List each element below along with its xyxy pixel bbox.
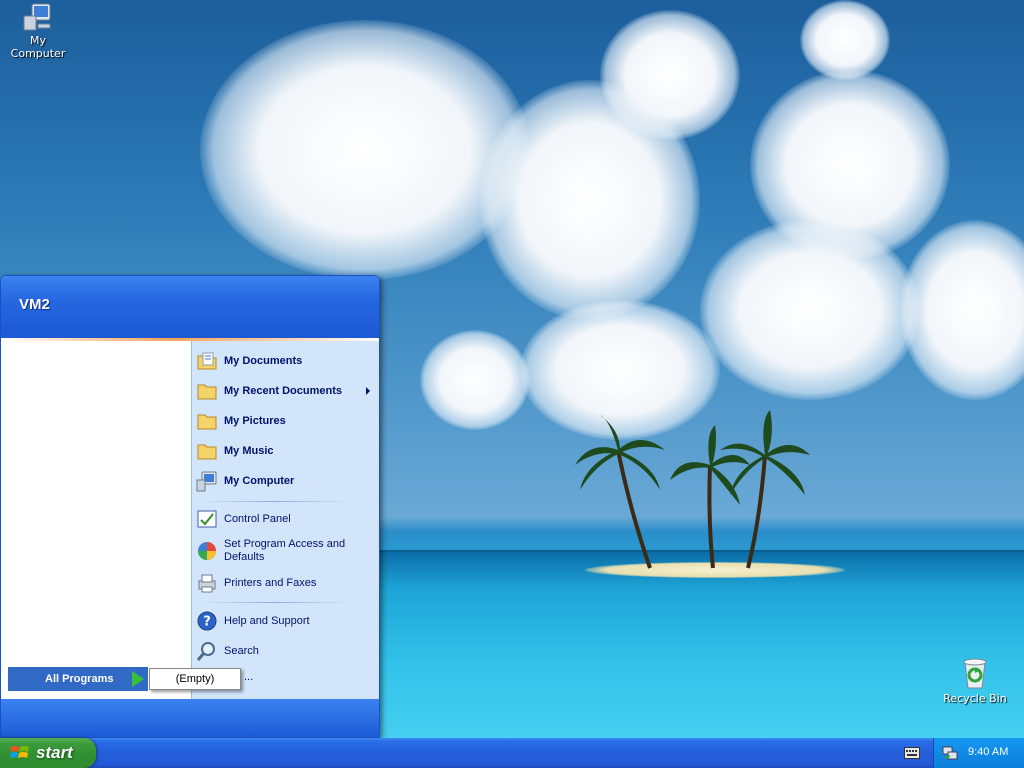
menu-item-control-panel[interactable]: Control Panel xyxy=(196,505,376,533)
menu-item-label: My Pictures xyxy=(224,415,286,427)
menu-item-label: Set Program Access and Defaults xyxy=(224,538,346,563)
desktop-icon-recycle-bin[interactable]: Recycle Bin xyxy=(941,656,1009,705)
run-item-partial[interactable]: ... xyxy=(244,671,253,683)
recycle-bin-icon xyxy=(963,658,987,689)
wallpaper-cloud xyxy=(800,0,890,80)
folder-icon xyxy=(197,414,217,430)
menu-item-my-computer[interactable]: My Computer xyxy=(196,467,376,495)
menu-item-my-pictures[interactable]: My Pictures xyxy=(196,407,376,435)
program-access-icon xyxy=(198,542,216,560)
printer-icon xyxy=(198,574,216,593)
wallpaper-cloud xyxy=(600,10,740,140)
menu-item-label: My Documents xyxy=(224,355,303,367)
menu-item-set-program-access[interactable]: Set Program Access and Defaults xyxy=(196,533,376,569)
menu-item-label: Search xyxy=(224,645,259,657)
computer-icon xyxy=(23,3,51,31)
start-menu-header: VM2 xyxy=(1,276,379,338)
menu-item-my-recent-documents[interactable]: My Recent Documents xyxy=(196,377,376,405)
wallpaper-cloud xyxy=(200,20,530,280)
control-panel-icon xyxy=(197,510,217,528)
start-button-label: start xyxy=(36,743,73,762)
menu-item-label: My Computer xyxy=(224,475,295,487)
windows-logo-icon xyxy=(10,746,29,758)
all-programs-label: All Programs xyxy=(45,673,114,685)
all-programs-button[interactable]: All Programs xyxy=(8,667,148,691)
recent-documents-icon xyxy=(197,384,217,400)
start-button[interactable]: start xyxy=(0,738,96,768)
submenu-arrow-icon xyxy=(366,387,370,395)
keyboard-icon[interactable] xyxy=(904,747,920,759)
wallpaper-cloud xyxy=(900,220,1024,400)
computer-icon xyxy=(196,471,217,492)
menu-separator xyxy=(200,602,350,603)
wallpaper-cloud xyxy=(700,220,920,400)
menu-item-my-documents[interactable]: My Documents xyxy=(196,347,376,375)
menu-separator xyxy=(200,501,350,502)
desktop-icon-label: My Computer xyxy=(10,34,66,60)
desktop-icon-label: Recycle Bin xyxy=(943,692,1007,705)
menu-item-my-music[interactable]: My Music xyxy=(196,437,376,465)
desktop-icon-my-computer[interactable]: My Computer xyxy=(4,2,72,60)
menu-item-help-and-support[interactable]: ? Help and Support xyxy=(196,607,376,635)
green-arrow-icon xyxy=(132,671,144,687)
menu-item-search[interactable]: Search xyxy=(196,637,376,665)
menu-item-label: Control Panel xyxy=(224,513,291,525)
clock[interactable]: 9:40 AM xyxy=(968,746,1008,758)
menu-item-label: Printers and Faxes xyxy=(224,577,317,589)
taskbar: start 9:40 AM xyxy=(0,738,1024,768)
menu-item-label: My Recent Documents xyxy=(224,385,342,397)
menu-item-printers-and-faxes[interactable]: Printers and Faxes xyxy=(196,569,376,597)
help-icon: ? xyxy=(197,611,217,631)
wallpaper-palm-trees xyxy=(575,410,810,569)
start-menu-username: VM2 xyxy=(19,296,50,313)
svg-text:?: ? xyxy=(203,615,211,630)
wallpaper-cloud xyxy=(420,330,530,430)
system-tray: 9:40 AM xyxy=(933,738,1024,768)
my-documents-icon xyxy=(197,352,217,370)
start-menu-footer xyxy=(1,699,379,737)
menu-item-label: Help and Support xyxy=(224,615,310,627)
start-menu-pinned-programs xyxy=(1,341,191,699)
menu-item-label: My Music xyxy=(224,445,274,457)
network-tray-icon[interactable] xyxy=(942,745,958,761)
submenu-empty-label: (Empty) xyxy=(175,673,215,685)
search-icon xyxy=(196,642,215,661)
start-menu-places: My Documents My Recent Documents My Pict… xyxy=(191,341,379,699)
all-programs-submenu[interactable]: (Empty) xyxy=(149,668,241,690)
folder-icon xyxy=(197,444,217,460)
